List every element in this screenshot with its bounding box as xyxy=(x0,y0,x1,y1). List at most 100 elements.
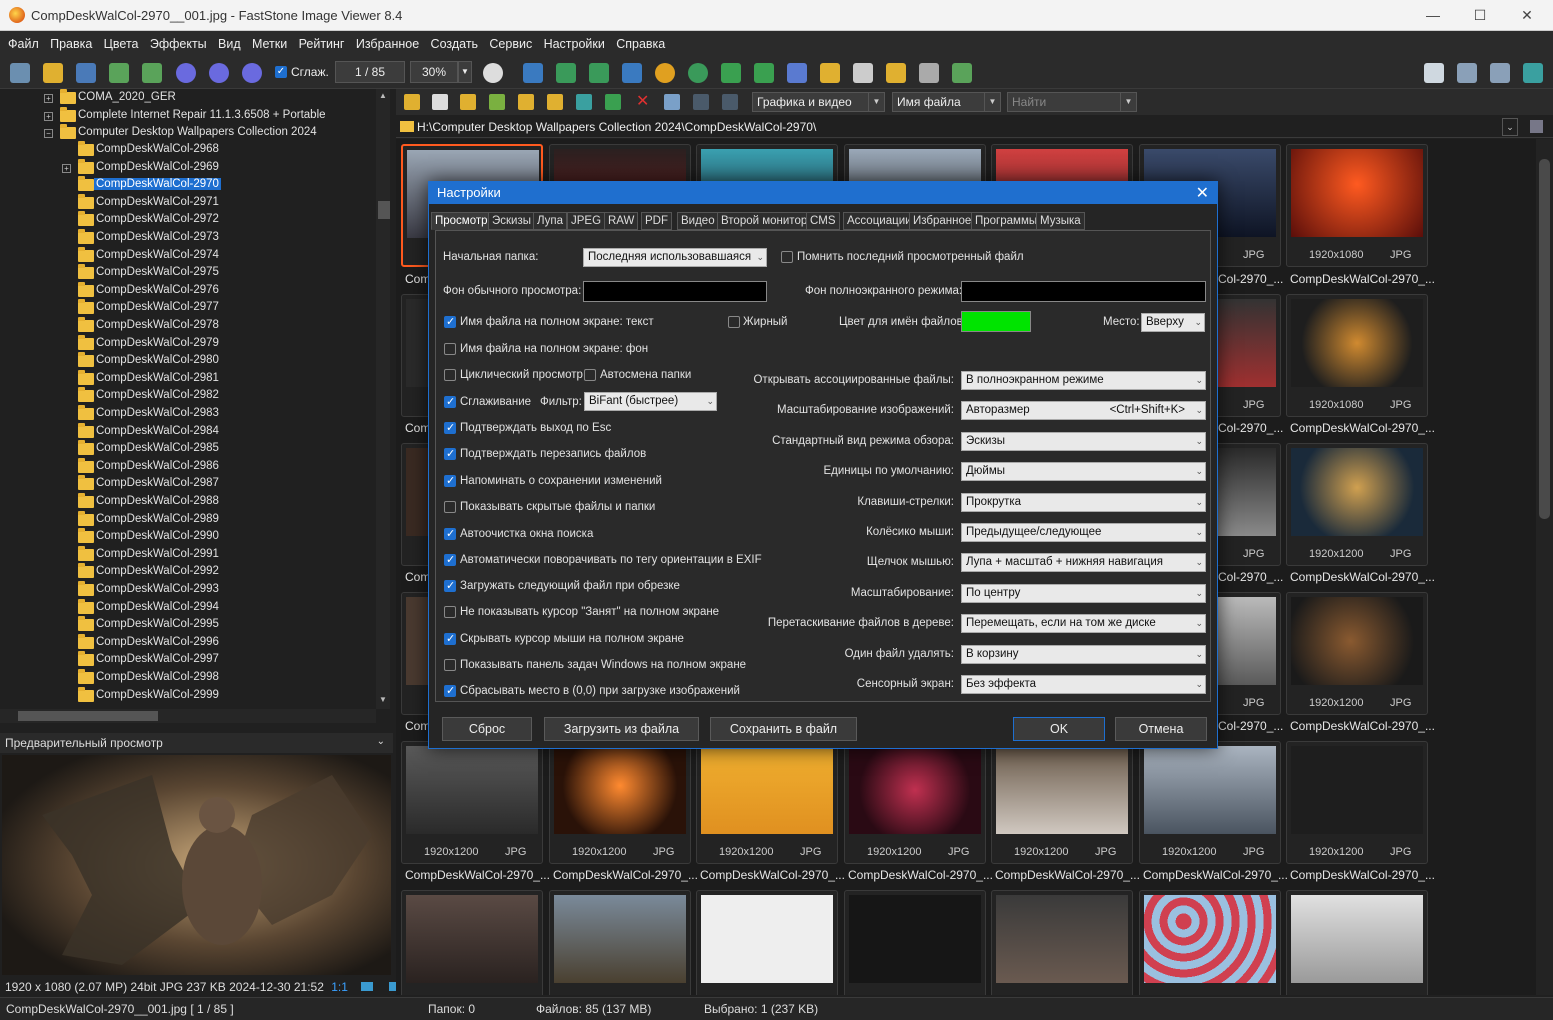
wallpaper-icon[interactable] xyxy=(688,63,708,83)
print-icon[interactable] xyxy=(919,63,939,83)
start-folder-select[interactable]: Последняя использовавшаяся ⌄ xyxy=(583,248,767,267)
scroll-up-icon[interactable]: ▲ xyxy=(379,91,387,100)
tree-item[interactable]: CompDeskWalCol-2997 xyxy=(0,651,370,669)
fn-color-swatch[interactable] xyxy=(961,311,1031,332)
thumbnail[interactable] xyxy=(549,890,691,995)
tree-item[interactable]: CompDeskWalCol-2971 xyxy=(0,193,370,212)
chevron-down-icon[interactable]: ▼ xyxy=(868,93,884,111)
tree-item[interactable]: − Computer Desktop Wallpapers Collection… xyxy=(0,124,370,142)
save-icon[interactable] xyxy=(76,63,96,83)
tab-pdf[interactable]: PDF xyxy=(641,212,672,230)
tab-thumbnails[interactable]: Эскизы xyxy=(488,212,536,230)
refresh-icon[interactable] xyxy=(489,94,505,110)
tree-vertical-scrollbar[interactable]: ▲ ▼ xyxy=(376,89,390,709)
resize-icon[interactable] xyxy=(589,63,609,83)
tree-item[interactable]: CompDeskWalCol-2983 xyxy=(0,405,370,423)
delete-icon[interactable]: ✕ xyxy=(636,94,652,110)
tree-item[interactable]: + Complete Internet Repair 11.1.3.6508 +… xyxy=(0,107,370,125)
filter-combo[interactable]: Графика и видео ▼ xyxy=(752,92,885,112)
show-taskbar-checkbox[interactable] xyxy=(444,659,456,671)
zoom-field[interactable]: 30% xyxy=(410,61,458,83)
tree-item[interactable]: CompDeskWalCol-2976 xyxy=(0,281,370,300)
tree-item[interactable]: CompDeskWalCol-2996 xyxy=(0,633,370,652)
slideshow-icon[interactable] xyxy=(523,63,543,83)
chevron-down-icon[interactable]: ▼ xyxy=(984,93,1000,111)
smooth-checkbox[interactable]: ✓ xyxy=(275,66,287,78)
menu-edit[interactable]: Правка xyxy=(50,31,92,51)
remember-last-checkbox[interactable] xyxy=(781,251,793,263)
adjust-icon[interactable] xyxy=(655,63,675,83)
parent-folder-icon[interactable] xyxy=(460,94,476,110)
expand-icon[interactable]: + xyxy=(44,94,53,103)
tab-music[interactable]: Музыка xyxy=(1036,212,1085,230)
remind-save-checkbox[interactable] xyxy=(444,474,456,487)
tree-item[interactable]: CompDeskWalCol-2987 xyxy=(0,475,370,493)
tab-cms[interactable]: CMS xyxy=(806,212,840,230)
menu-favorites[interactable]: Избранное xyxy=(356,31,419,51)
thumbnail[interactable] xyxy=(1286,890,1428,995)
option-select[interactable]: Эскизы ⌄ xyxy=(961,431,1206,451)
option-select[interactable]: По центру ⌄ xyxy=(961,583,1206,603)
collapse-icon[interactable]: − xyxy=(44,129,53,138)
cyclic-checkbox[interactable] xyxy=(444,369,456,381)
monitor-icon[interactable] xyxy=(361,982,374,991)
path-text[interactable]: H:\Computer Desktop Wallpapers Collectio… xyxy=(417,120,816,134)
email-icon[interactable] xyxy=(886,63,906,83)
tree-item[interactable]: CompDeskWalCol-2979 xyxy=(0,334,370,353)
tree-hscroll-thumb[interactable] xyxy=(18,711,158,721)
tree-item[interactable]: CompDeskWalCol-2990 xyxy=(0,528,370,546)
option-select[interactable]: Предыдущее/следующее ⌄ xyxy=(961,523,1206,542)
thumbnail[interactable]: 1920x1080 JPG xyxy=(1286,144,1428,267)
option-select[interactable]: В корзину ⌄ xyxy=(961,644,1206,664)
tree-item[interactable]: CompDeskWalCol-2993 xyxy=(0,581,370,599)
fn-fullscreen-text-checkbox[interactable] xyxy=(444,315,456,328)
auto-rotate-checkbox[interactable] xyxy=(444,553,456,566)
chevron-down-icon[interactable]: ▼ xyxy=(1120,93,1136,111)
tree-item[interactable]: CompDeskWalCol-2980 xyxy=(0,352,370,370)
page-counter[interactable]: 1 / 85 xyxy=(335,61,405,83)
preview-layout-icon[interactable] xyxy=(1457,63,1477,83)
thumbnail[interactable] xyxy=(844,890,986,995)
cancel-button[interactable]: Отмена xyxy=(1115,717,1207,741)
tree-item[interactable]: CompDeskWalCol-2995 xyxy=(0,616,370,634)
tab-view[interactable]: Просмотр xyxy=(431,212,492,230)
menu-tools[interactable]: Сервис xyxy=(489,31,532,51)
compare-icon[interactable] xyxy=(556,63,576,83)
option-select[interactable]: В полноэкранном режиме ⌄ xyxy=(961,371,1206,390)
autoclear-search-checkbox[interactable] xyxy=(444,527,456,540)
thumbnail[interactable]: 1920x1200 JPG xyxy=(549,741,691,864)
tree-item[interactable]: CompDeskWalCol-2999 xyxy=(0,686,370,705)
thumbnail[interactable]: 1920x1200 JPG xyxy=(696,741,838,864)
fullscreen-icon[interactable] xyxy=(1523,63,1543,83)
option-select[interactable]: Лупа + масштаб + нижняя навигация ⌄ xyxy=(961,553,1206,573)
show-hidden-checkbox[interactable] xyxy=(444,501,456,513)
tab-associations[interactable]: Ассоциации xyxy=(843,212,916,230)
tree-item[interactable]: CompDeskWalCol-2988 xyxy=(0,493,370,511)
history-icon[interactable] xyxy=(1530,120,1543,133)
menu-rating[interactable]: Рейтинг xyxy=(299,31,345,51)
tree-item[interactable]: CompDeskWalCol-2992 xyxy=(0,563,370,581)
details-icon[interactable] xyxy=(693,94,709,110)
tree-item[interactable]: CompDeskWalCol-2989 xyxy=(0,510,370,529)
tree-item[interactable]: CompDeskWalCol-2981 xyxy=(0,369,370,388)
place-select[interactable]: Вверху ⌄ xyxy=(1141,313,1205,332)
collapse-preview-icon[interactable]: ⌄ xyxy=(377,736,385,747)
thumbnail[interactable]: 1920x1200 JPG xyxy=(401,741,543,864)
filter-select[interactable]: BiFant (быстрее) ⌄ xyxy=(584,392,717,411)
thumbnail[interactable]: 1920x1200 JPG xyxy=(1286,592,1428,715)
menu-view[interactable]: Вид xyxy=(218,31,241,51)
tree-item[interactable]: CompDeskWalCol-2974 xyxy=(0,246,370,265)
actual-size-icon[interactable] xyxy=(242,63,262,83)
select-all-icon[interactable] xyxy=(664,94,680,110)
search-input[interactable]: Найти ▼ xyxy=(1007,92,1137,112)
scroll-down-icon[interactable]: ▼ xyxy=(379,695,387,704)
move-icon[interactable] xyxy=(547,94,563,110)
close-icon[interactable]: ✕ xyxy=(1196,183,1209,203)
preview-header[interactable]: Предварительный просмотр ⌄ xyxy=(0,733,393,753)
load-next-checkbox[interactable] xyxy=(444,579,456,592)
scanner-icon[interactable] xyxy=(853,63,873,83)
tab-raw[interactable]: RAW xyxy=(604,212,639,230)
browser-layout-icon[interactable] xyxy=(1424,63,1444,83)
tree-item[interactable]: + COMA_2020_GER xyxy=(0,89,370,107)
tab-jpeg[interactable]: JPEG xyxy=(567,212,606,230)
